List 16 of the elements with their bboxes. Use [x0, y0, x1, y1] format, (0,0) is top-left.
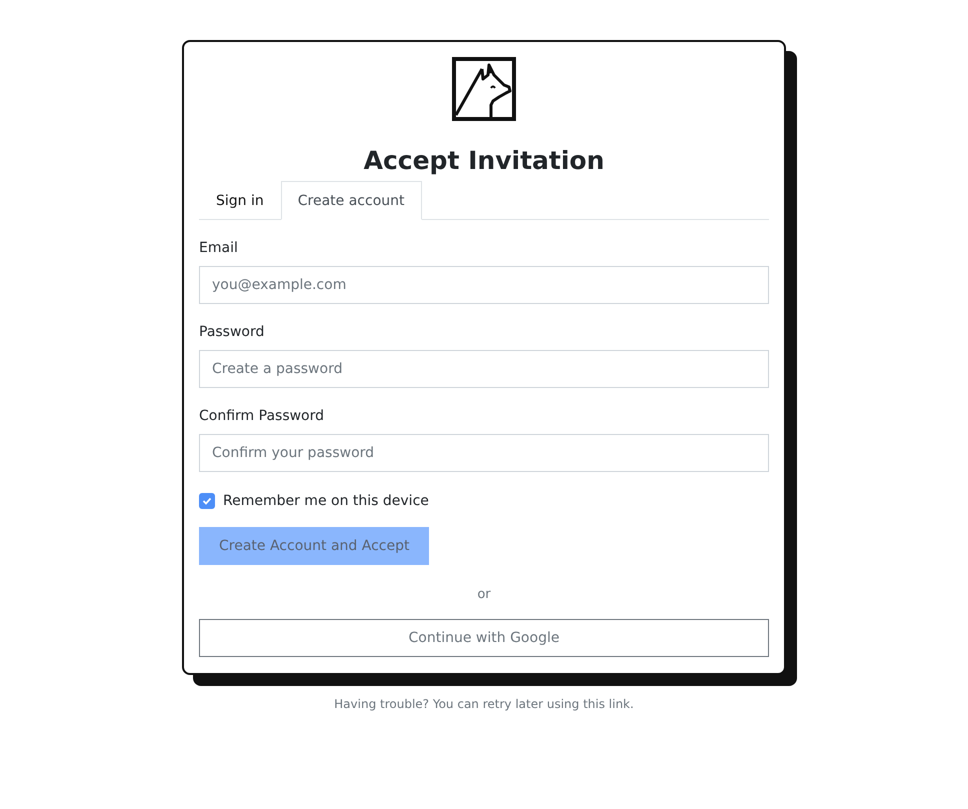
- page-title: Accept Invitation: [362, 145, 606, 177]
- field-label: Password: [199, 324, 266, 340]
- dog-logo-icon: [452, 57, 516, 121]
- google-button[interactable]: Continue with Google: [199, 619, 769, 657]
- tab[interactable]: Create account: [280, 181, 422, 220]
- field-label: Email: [199, 240, 239, 256]
- input-field[interactable]: Confirm your password: [199, 434, 769, 472]
- input-field[interactable]: you@example.com: [199, 266, 769, 304]
- checkbox[interactable]: [199, 493, 215, 509]
- check-icon: [202, 496, 212, 506]
- footer-text: Having trouble? You can retry later using this link.: [334, 697, 634, 711]
- divider-text: or: [477, 587, 491, 602]
- checkbox-label: Remember me on this device: [223, 493, 429, 509]
- input-field[interactable]: Create a password: [199, 350, 769, 388]
- field-label: Confirm Password: [199, 408, 326, 424]
- tab[interactable]: Sign in: [199, 181, 281, 220]
